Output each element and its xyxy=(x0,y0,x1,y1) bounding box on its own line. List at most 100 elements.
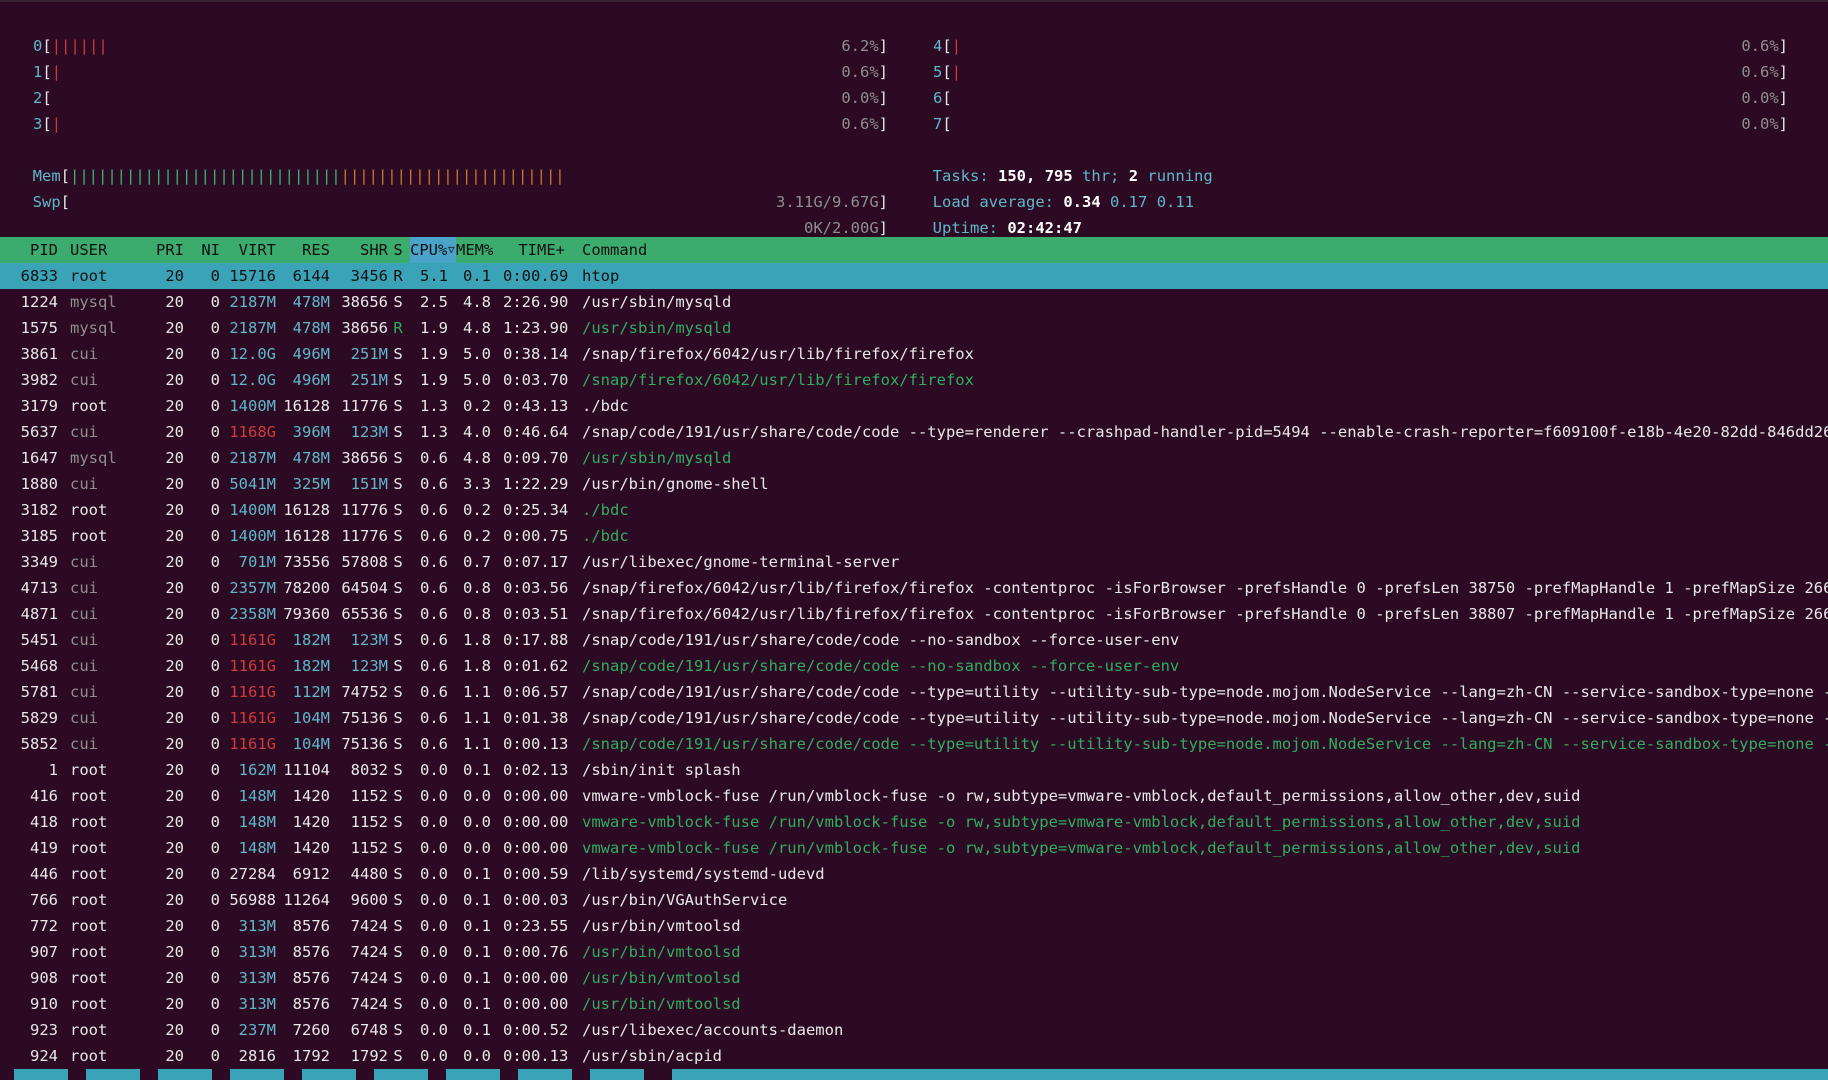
cpu-label: 4 xyxy=(933,37,943,55)
process-nice: 0 xyxy=(210,995,220,1013)
process-command: /usr/bin/vmtoolsd xyxy=(582,943,741,961)
cpu-percent: 0.0% xyxy=(1741,89,1779,107)
process-pid: 4871 xyxy=(20,605,58,623)
column-pid[interactable]: PID xyxy=(0,237,58,263)
process-command: ./bdc xyxy=(582,501,629,519)
cpu-bar: | xyxy=(951,37,962,55)
process-cpu: 2.5 xyxy=(420,293,448,311)
column-ni[interactable]: NI xyxy=(188,237,220,263)
fkey-search-button[interactable] xyxy=(158,1069,212,1080)
process-virt: 27284 xyxy=(229,865,276,883)
process-mem: 1.1 xyxy=(463,683,491,701)
process-cpu: 0.0 xyxy=(420,761,448,779)
process-row[interactable]: 5468 cui 20 0 1161G 182M 123M S 0.6 1.8 0:01.62/sn… xyxy=(0,653,1828,679)
cpu-percent: 0.0% xyxy=(1741,115,1779,133)
process-state: S xyxy=(393,553,403,571)
process-row[interactable]: 5451 cui 20 0 1161G 182M 123M S 0.6 1.8 0:17.88/sn… xyxy=(0,627,1828,653)
column-pri[interactable]: PRI xyxy=(150,237,184,263)
process-cpu: 0.6 xyxy=(420,475,448,493)
process-nice: 0 xyxy=(210,397,220,415)
process-time: 0:00.75 xyxy=(503,527,569,545)
process-state: R xyxy=(393,267,403,285)
process-row[interactable]: 923 root 20 0 237M 7260 6748 S 0.0 0.1 0:00.52/usr… xyxy=(0,1017,1828,1043)
process-res: 478M xyxy=(292,293,330,311)
process-row[interactable]: 3982 cui 20 0 12.0G 496M 251M S 1.9 5.0 0:03.70/sn… xyxy=(0,367,1828,393)
process-res: 1420 xyxy=(292,787,330,805)
process-state: S xyxy=(393,969,403,987)
process-res: 496M xyxy=(292,371,330,389)
process-row[interactable]: 3349 cui 20 0 701M 73556 57808 S 0.6 0.7 0:07.17/u… xyxy=(0,549,1828,575)
process-res: 1420 xyxy=(292,813,330,831)
process-row[interactable]: 908 root 20 0 313M 8576 7424 S 0.0 0.1 0:00.00/usr… xyxy=(0,965,1828,991)
process-row[interactable]: 4871 cui 20 0 2358M 79360 65536 S 0.6 0.8 0:03.51 /… xyxy=(0,601,1828,627)
process-row[interactable]: 910 root 20 0 313M 8576 7424 S 0.0 0.1 0:00.00/usr… xyxy=(0,991,1828,1017)
column-shr[interactable]: SHR xyxy=(334,237,388,263)
process-row[interactable]: 416 root 20 0 148M 1420 1152 S 0.0 0.0 0:00.00 vmwa… xyxy=(0,783,1828,809)
process-priority: 20 xyxy=(165,605,184,623)
process-shr: 3456 xyxy=(350,267,388,285)
fkey-filter-button[interactable] xyxy=(230,1069,284,1080)
process-virt: 1161G xyxy=(229,683,276,701)
process-command: /snap/code/191/usr/share/code/code --no-… xyxy=(582,631,1180,649)
process-row[interactable]: 6833 root 20 0 15716 6144 3456 R 5.1 0.1 0:00.69 ht… xyxy=(0,263,1828,289)
process-row[interactable]: 1575 mysql 20 0 2187M 478M 38656 R 1.9 4.8 1:23.90… xyxy=(0,315,1828,341)
process-cpu: 0.0 xyxy=(420,813,448,831)
process-row[interactable]: 3179 root 20 0 1400M 16128 11776 S 1.3 0.2 0:43.13… xyxy=(0,393,1828,419)
process-row[interactable]: 3182 root 20 0 1400M 16128 11776 S 0.6 0.2 0:25.34… xyxy=(0,497,1828,523)
process-pid: 3861 xyxy=(20,345,58,363)
fkey-quit-button[interactable] xyxy=(672,1069,1828,1080)
column-user[interactable]: USER xyxy=(70,237,150,263)
process-row[interactable]: 3185 root 20 0 1400M 16128 11776 S 0.6 0.2 0:00.75… xyxy=(0,523,1828,549)
swap-value: 0K/2.00G xyxy=(804,219,879,237)
process-shr: 38656 xyxy=(341,449,388,467)
process-row[interactable]: 772 root 20 0 313M 8576 7424 S 0.0 0.1 0:23.55/usr… xyxy=(0,913,1828,939)
process-row[interactable]: 418 root 20 0 148M 1420 1152 S 0.0 0.0 0:00.00 vmwa… xyxy=(0,809,1828,835)
process-row[interactable]: 3861 cui 20 0 12.0G 496M 251M S 1.9 5.0 0:38.14/sn… xyxy=(0,341,1828,367)
process-row[interactable]: 5829 cui 20 0 1161G 104M 75136 S 0.6 1.1 0:01.38/s… xyxy=(0,705,1828,731)
process-shr: 11776 xyxy=(341,397,388,415)
process-user: root xyxy=(70,943,108,961)
process-row[interactable]: 5637 cui 20 0 1168G 396M 123M S 1.3 4.0 0:46.64/sn… xyxy=(0,419,1828,445)
cpu-label: 5 xyxy=(933,63,943,81)
fkey-kill-button[interactable] xyxy=(590,1069,644,1080)
fkey-nice-minus-button[interactable] xyxy=(446,1069,500,1080)
fkey-sortby-button[interactable] xyxy=(374,1069,428,1080)
column-time[interactable]: TIME+ xyxy=(503,237,565,263)
process-pid: 772 xyxy=(30,917,58,935)
column-res[interactable]: RES xyxy=(280,237,330,263)
process-pid: 5852 xyxy=(20,735,58,753)
column-command[interactable]: Command xyxy=(582,237,647,263)
process-virt: 15716 xyxy=(229,267,276,285)
process-nice: 0 xyxy=(210,969,220,987)
process-row[interactable]: 446 root 20 0 27284 6912 4480 S 0.0 0.1 0:00.59/li… xyxy=(0,861,1828,887)
process-nice: 0 xyxy=(210,631,220,649)
process-command: vmware-vmblock-fuse /run/vmblock-fuse -o… xyxy=(582,839,1581,857)
column-mem[interactable]: MEM% xyxy=(456,237,494,263)
fkey-help-button[interactable] xyxy=(14,1069,68,1080)
process-row[interactable]: 5852 cui 20 0 1161G 104M 75136 S 0.6 1.1 0:00.13/s… xyxy=(0,731,1828,757)
process-mem: 0.1 xyxy=(463,761,491,779)
process-row[interactable]: 907 root 20 0 313M 8576 7424 S 0.0 0.1 0:00.76/usr… xyxy=(0,939,1828,965)
process-pid: 1575 xyxy=(20,319,58,337)
column-cpu[interactable]: CPU% xyxy=(410,237,448,263)
process-row[interactable]: 419 root 20 0 148M 1420 1152 S 0.0 0.0 0:00.00 vmwa… xyxy=(0,835,1828,861)
process-row[interactable]: 766 root 20 0 56988 11264 9600 S 0.0 0.1 0:00.03/u… xyxy=(0,887,1828,913)
process-row[interactable]: 1647 mysql 20 0 2187M 478M 38656 S 0.6 4.8 0:09.70… xyxy=(0,445,1828,471)
column-state[interactable]: S xyxy=(391,237,405,263)
process-row[interactable]: 1 root 20 0 162M 11104 8032 S 0.0 0.1 0:02.13/sbin… xyxy=(0,757,1828,783)
fkey-setup-button[interactable] xyxy=(86,1069,140,1080)
column-virt[interactable]: VIRT xyxy=(222,237,276,263)
process-row[interactable]: 1224 mysql 20 0 2187M 478M 38656 S 2.5 4.8 2:26.90… xyxy=(0,289,1828,315)
fkey-tree-button[interactable] xyxy=(302,1069,356,1080)
process-user: root xyxy=(70,865,108,883)
process-nice: 0 xyxy=(210,787,220,805)
process-priority: 20 xyxy=(165,527,184,545)
process-state: S xyxy=(393,1047,403,1065)
process-row[interactable]: 5781 cui 20 0 1161G 112M 74752 S 0.6 1.1 0:06.57/s… xyxy=(0,679,1828,705)
process-state: S xyxy=(393,787,403,805)
process-row[interactable]: 4713 cui 20 0 2357M 78200 64504 S 0.6 0.8 0:03.56 /… xyxy=(0,575,1828,601)
process-pid: 416 xyxy=(30,787,58,805)
fkey-nice-plus-button[interactable] xyxy=(518,1069,572,1080)
process-row[interactable]: 924 root 20 0 2816 1792 1792 S 0.0 0.0 0:00.13/usr… xyxy=(0,1043,1828,1069)
process-row[interactable]: 1880 cui 20 0 5041M 325M 151M S 0.6 3.3 1:22.29/us… xyxy=(0,471,1828,497)
